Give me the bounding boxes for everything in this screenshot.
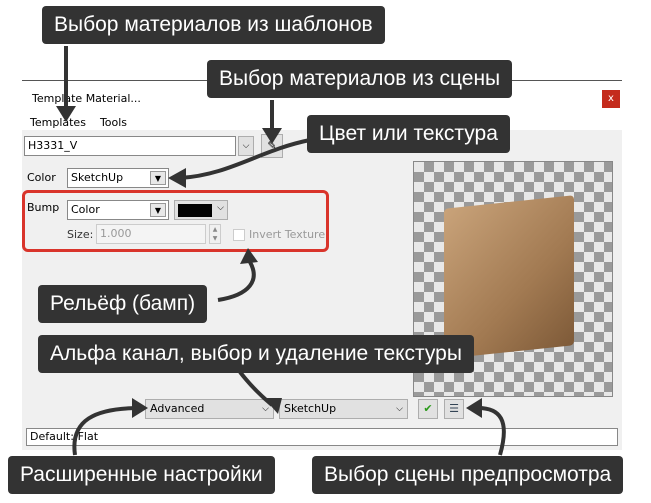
callout-color-texture: Цвет или текстура — [307, 115, 510, 153]
callout-advanced: Расширенные настройки — [8, 456, 275, 494]
callout-alpha: Альфа канал, выбор и удаление текстуры — [38, 335, 474, 373]
callout-scene-pick: Выбор материалов из сцены — [207, 60, 513, 98]
callout-preview-scene: Выбор сцены предпросмотра — [312, 456, 624, 494]
callout-bump: Рельёф (бамп) — [38, 285, 208, 323]
callout-templates: Выбор материалов из шаблонов — [42, 6, 385, 44]
arrow-advanced — [72, 406, 141, 456]
arrow-color — [179, 138, 311, 180]
arrow-bump — [217, 261, 256, 302]
